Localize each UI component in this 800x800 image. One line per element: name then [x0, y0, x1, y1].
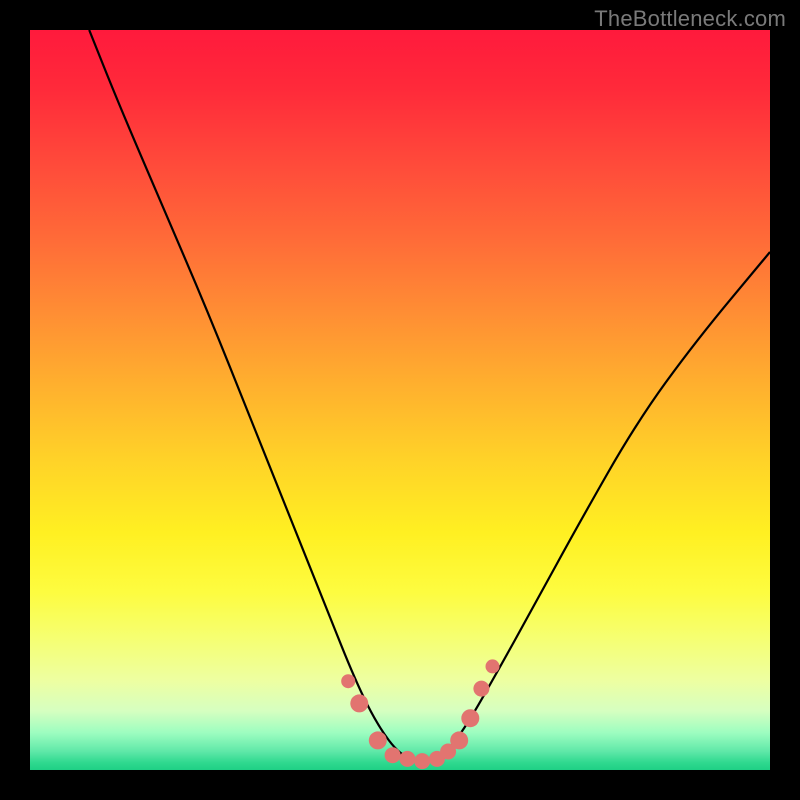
- chart-frame: TheBottleneck.com: [0, 0, 800, 800]
- marker-dot: [399, 751, 415, 767]
- chart-svg: [30, 30, 770, 770]
- bottleneck-curve: [89, 30, 770, 761]
- marker-dot: [369, 731, 387, 749]
- marker-dot: [473, 681, 489, 697]
- marker-dot: [385, 747, 401, 763]
- marker-dot: [350, 694, 368, 712]
- marker-dot: [414, 753, 430, 769]
- marker-dot: [486, 659, 500, 673]
- marker-dot: [341, 674, 355, 688]
- marker-dot: [461, 709, 479, 727]
- marker-dot: [450, 731, 468, 749]
- plot-area: [30, 30, 770, 770]
- watermark-text: TheBottleneck.com: [594, 6, 786, 32]
- marker-group: [341, 659, 499, 769]
